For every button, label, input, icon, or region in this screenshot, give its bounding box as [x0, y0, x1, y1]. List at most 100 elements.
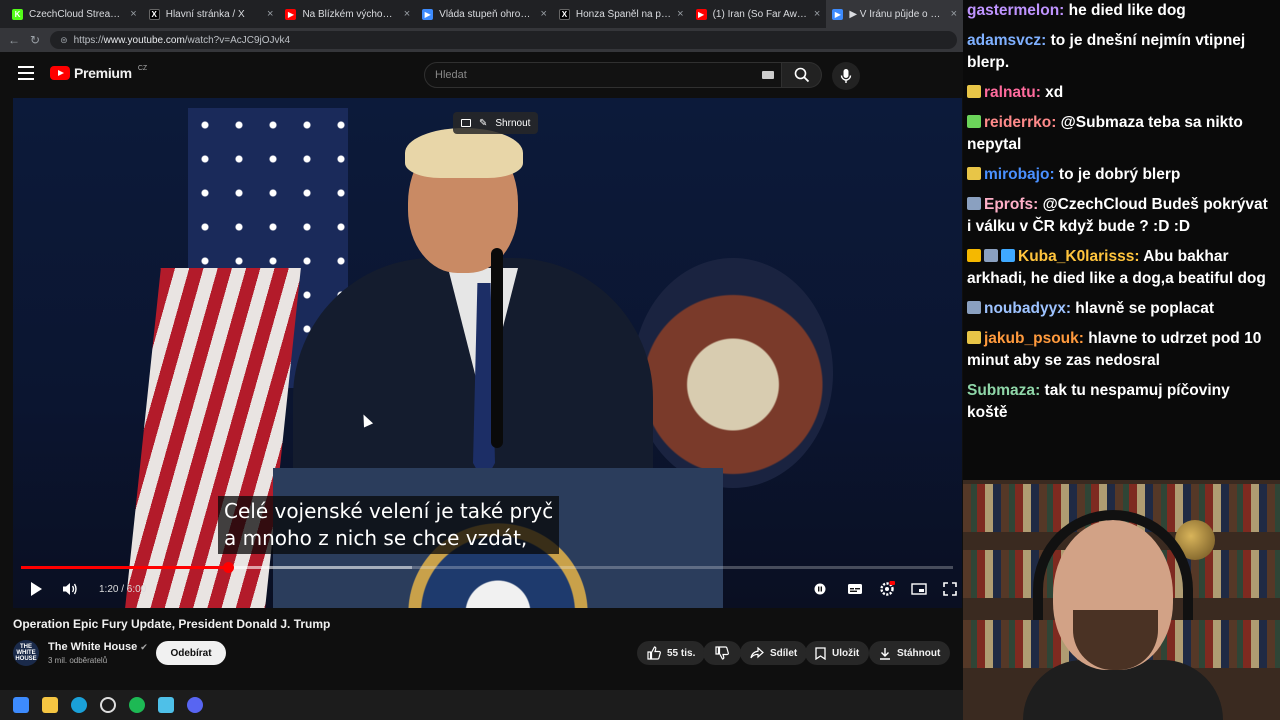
url-field[interactable]: ⊜ https://www.youtube.com/watch?v=AcJC9j… — [50, 31, 957, 49]
miniplayer-button[interactable] — [911, 579, 927, 599]
browser-tab[interactable]: ▶ ▶ V Íránu půjde o delší c × — [826, 0, 963, 28]
save-button[interactable]: Uložit — [805, 641, 870, 665]
back-icon[interactable]: ← — [8, 33, 20, 47]
chat-message: mirobajo: to je dobrý blerp — [967, 164, 1280, 186]
webcam-feed — [963, 480, 1280, 720]
chat-username[interactable]: adamsvcz — [967, 32, 1041, 49]
chat-username[interactable]: gastermelon — [967, 2, 1059, 19]
played-bar — [21, 566, 228, 569]
chatgpt-icon[interactable] — [100, 697, 116, 713]
browser-tab[interactable]: X Hlavní stránka / X × — [143, 0, 280, 28]
play-button[interactable] — [29, 579, 43, 599]
tab-favicon-icon: X — [558, 8, 570, 20]
chat-text: to je dobrý blerp — [1058, 166, 1181, 183]
volume-button[interactable] — [61, 579, 79, 599]
chat-badge-icon — [967, 167, 981, 180]
reload-icon[interactable]: ↻ — [30, 33, 40, 47]
share-icon — [750, 647, 764, 659]
chat-text: he died like dog — [1068, 2, 1186, 19]
scrubber-handle[interactable] — [222, 562, 234, 573]
chat-badge-icon — [967, 197, 981, 210]
save-label: Uložit — [832, 647, 860, 659]
tab-close-icon[interactable]: × — [130, 8, 136, 20]
youtube-play-icon — [50, 66, 70, 80]
browser-window: K CzechCloud Stream - Watch l × X Hlavní str… — [0, 0, 963, 690]
share-label: Sdílet — [770, 647, 798, 659]
settings-button[interactable] — [879, 579, 895, 599]
search-button[interactable] — [782, 62, 822, 88]
dislike-button[interactable] — [703, 641, 741, 665]
chat-message: Eprofs: @CzechCloud Budeš pokrývat i vál… — [967, 196, 1268, 235]
download-button[interactable]: Stáhnout — [869, 641, 951, 665]
chat-message: Submaza: tak tu nespamuj píčoviny koště — [967, 382, 1230, 421]
chat-badge-icon — [967, 85, 981, 98]
youtube-premium-logo[interactable]: Premium CZ — [50, 65, 147, 81]
keyboard-icon[interactable] — [762, 71, 774, 79]
tab-favicon-icon: X — [148, 8, 160, 20]
chat-username[interactable]: Submaza — [967, 382, 1035, 399]
summarize-button[interactable]: ✎ Shrnout — [453, 112, 539, 134]
channel-name[interactable]: The White House ✔ — [48, 641, 148, 653]
chat-username[interactable]: Kuba_K0larisss — [1018, 248, 1134, 265]
pip-icon[interactable] — [461, 119, 471, 127]
file-explorer-icon[interactable] — [42, 697, 58, 713]
chat-username[interactable]: mirobajo — [984, 166, 1049, 183]
player-controls: 1:20 / 6:00 — [13, 574, 962, 604]
chat-text: xd — [1045, 84, 1064, 101]
chat-badge-icon — [967, 249, 981, 262]
subtitles-button[interactable] — [847, 579, 863, 599]
url-path: /watch?v=AcJC9jOJvk4 — [184, 34, 291, 46]
tab-close-icon[interactable]: × — [951, 8, 957, 20]
download-icon — [880, 647, 890, 660]
browser-tab[interactable]: K CzechCloud Stream - Watch l × — [6, 0, 143, 28]
chat-username[interactable]: ralnatu — [984, 84, 1036, 101]
progress-bar[interactable] — [21, 562, 953, 573]
youtube-header: Premium CZ — [0, 52, 963, 98]
like-button[interactable]: 55 tis. — [637, 641, 706, 665]
tab-close-icon[interactable]: × — [404, 8, 410, 20]
chat-username[interactable]: Eprofs — [984, 196, 1033, 213]
search-icon — [794, 67, 809, 83]
tab-close-icon[interactable]: × — [814, 8, 820, 20]
tab-close-icon[interactable]: × — [677, 8, 683, 20]
discord-icon[interactable] — [187, 697, 203, 713]
chat-message: ralnatu: xd — [967, 82, 1280, 104]
video-player[interactable]: ✎ Shrnout Celé vojenské velení je také p… — [13, 98, 962, 608]
chat-message: noubadyyx: hlavně se poplacat — [967, 298, 1280, 320]
site-info-icon[interactable]: ⊜ — [60, 35, 68, 46]
tab-title: (1) Iran (So Far Away) - Offici — [712, 8, 808, 20]
tab-title: ▶ V Íránu půjde o delší c — [849, 8, 944, 20]
gear-icon — [880, 581, 895, 596]
edge-browser-icon[interactable] — [71, 697, 87, 713]
address-bar: ← ↻ ⊜ https://www.youtube.com/watch?v=Ac… — [0, 28, 963, 52]
voice-search-button[interactable] — [832, 62, 860, 90]
chat-badge-icon — [967, 301, 981, 314]
tab-close-icon[interactable]: × — [540, 8, 546, 20]
browser-tab[interactable]: X Honza Španěl na platformě × — [553, 0, 690, 28]
share-button[interactable]: Sdílet — [740, 641, 808, 665]
notepad-icon[interactable] — [158, 697, 174, 713]
search-input[interactable] — [424, 62, 782, 88]
chat-username[interactable]: jakub_psouk — [984, 330, 1079, 347]
url-host: www.youtube.com — [103, 34, 185, 46]
browser-tab[interactable]: ▶ Vláda stupeň ohrožení terc × — [416, 0, 553, 28]
tab-close-icon[interactable]: × — [267, 8, 273, 20]
subscribe-button[interactable]: Odebírat — [156, 641, 226, 665]
autoplay-toggle[interactable] — [813, 579, 827, 599]
chat-badge-icon — [984, 249, 998, 262]
chat-username[interactable]: reiderrko — [984, 114, 1051, 131]
windows-start-icon[interactable] — [13, 697, 29, 713]
avatar-text: THE WHITE HOUSE — [15, 644, 37, 662]
verified-icon: ✔ — [140, 642, 148, 652]
subtitles-icon — [848, 584, 862, 594]
spotify-icon[interactable] — [129, 697, 145, 713]
fullscreen-button[interactable] — [943, 579, 957, 599]
hamburger-menu-icon[interactable] — [18, 66, 34, 80]
browser-tab[interactable]: ▶ Na Blízkém východě jsou tisí × — [279, 0, 416, 28]
chat-username[interactable]: noubadyyx — [984, 300, 1066, 317]
browser-tab[interactable]: ▶ (1) Iran (So Far Away) - Offici × — [690, 0, 827, 28]
channel-avatar[interactable]: THE WHITE HOUSE — [13, 640, 39, 666]
tab-bar: K CzechCloud Stream - Watch l × X Hlavní str… — [0, 0, 963, 28]
chat-badge-icon — [967, 115, 981, 128]
logo-text: Premium — [74, 65, 132, 81]
